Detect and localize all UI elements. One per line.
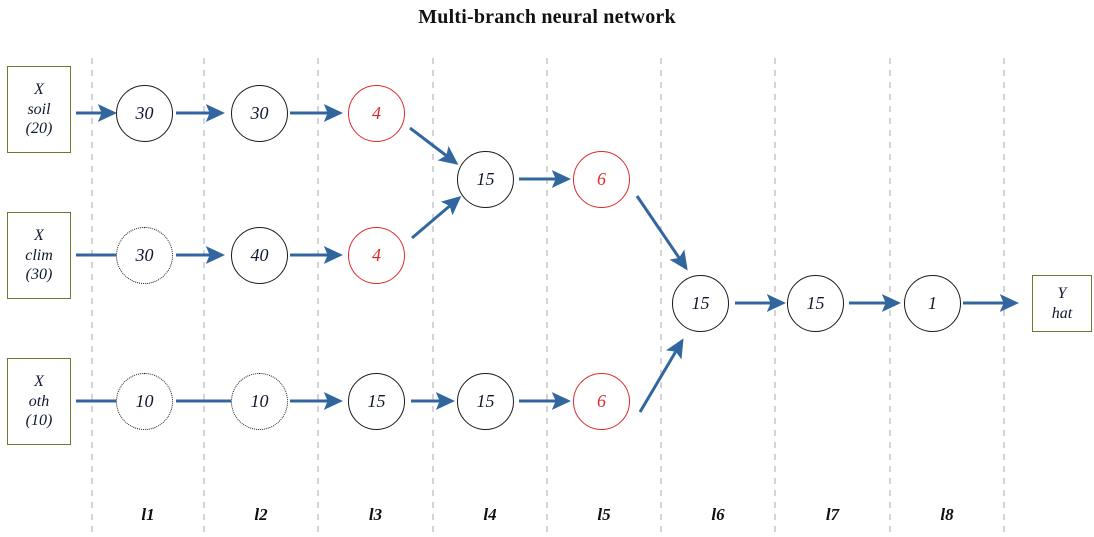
- layer-label-l1: l1: [141, 505, 155, 524]
- output-name: hat: [1051, 304, 1073, 322]
- node-label: 6: [597, 169, 606, 189]
- node-label: 30: [135, 245, 154, 265]
- node-label: 4: [372, 103, 381, 123]
- node-label: 10: [135, 391, 154, 411]
- input-oth-var: X: [34, 373, 44, 391]
- input-box-soil[interactable]: X soil (20): [7, 66, 71, 153]
- node-oth-l3[interactable]: 15: [348, 373, 405, 430]
- layer-label-l4: l4: [483, 505, 497, 524]
- node-soil-l1[interactable]: 30: [116, 85, 173, 142]
- node-label: 15: [691, 293, 710, 313]
- layer-label-l7: l7: [825, 505, 840, 524]
- node-label: 40: [250, 245, 269, 265]
- layer-label-l3: l3: [368, 505, 383, 524]
- node-label: 15: [806, 293, 825, 313]
- layer-label-l8: l8: [940, 505, 954, 524]
- node-label: 30: [250, 103, 269, 123]
- node-label: 1: [928, 293, 937, 313]
- input-soil-var: X: [34, 81, 44, 99]
- connectors: [76, 104, 1019, 413]
- node-label: 6: [597, 391, 606, 411]
- layer-label-l2: l2: [254, 505, 268, 524]
- layer-label-l5: l5: [597, 505, 611, 524]
- output-box-yhat[interactable]: Y hat: [1032, 275, 1092, 332]
- output-var: Y: [1057, 284, 1067, 302]
- input-box-clim[interactable]: X clim (30): [7, 212, 71, 299]
- node-oth-l1[interactable]: 10: [116, 373, 173, 430]
- input-oth-name: oth: [28, 392, 50, 410]
- layer-separators: [91, 58, 1005, 537]
- node-label: 10: [250, 391, 269, 411]
- node-oth-l5[interactable]: 6: [573, 373, 630, 430]
- node-oth-l2[interactable]: 10: [231, 373, 288, 430]
- input-soil-name: soil: [27, 100, 51, 118]
- node-trunk-l7[interactable]: 15: [787, 275, 844, 332]
- input-soil-dim: (20): [25, 120, 53, 138]
- node-label: 30: [135, 103, 154, 123]
- node-merge-l4[interactable]: 15: [457, 151, 514, 208]
- node-merge-l5[interactable]: 6: [573, 151, 630, 208]
- layer-label-l6: l6: [711, 505, 725, 524]
- node-clim-l3[interactable]: 4: [348, 227, 405, 284]
- input-clim-dim: (30): [25, 266, 53, 284]
- edge-l3clim-to-merge: [411, 196, 462, 240]
- input-box-oth[interactable]: X oth (10): [7, 358, 71, 445]
- node-trunk-l6[interactable]: 15: [672, 275, 729, 332]
- node-trunk-l8[interactable]: 1: [904, 275, 961, 332]
- input-oth-dim: (10): [25, 412, 53, 430]
- node-label: 4: [372, 245, 381, 265]
- node-clim-l1[interactable]: 30: [116, 227, 173, 284]
- node-soil-l3[interactable]: 4: [348, 85, 405, 142]
- node-oth-l4[interactable]: 15: [457, 373, 514, 430]
- node-label: 15: [367, 391, 386, 411]
- node-label: 15: [476, 169, 495, 189]
- node-soil-l2[interactable]: 30: [231, 85, 288, 142]
- node-label: 15: [476, 391, 495, 411]
- node-clim-l2[interactable]: 40: [231, 227, 288, 284]
- input-clim-var: X: [34, 227, 44, 245]
- input-clim-name: clim: [25, 246, 53, 264]
